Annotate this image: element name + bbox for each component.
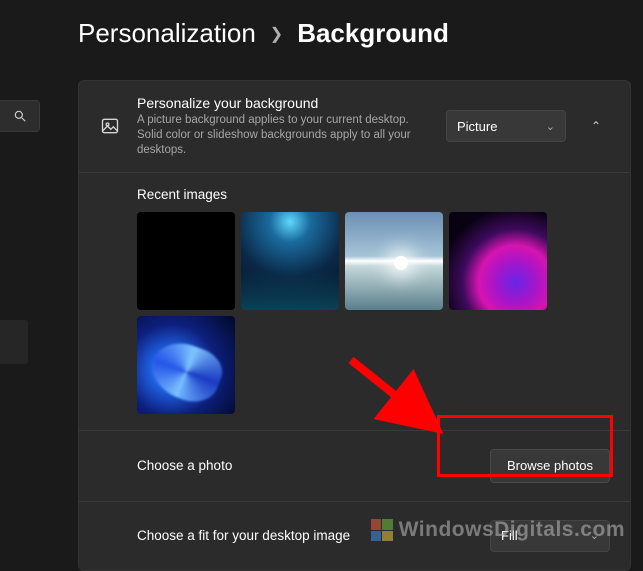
collapse-button[interactable]: ⌃: [582, 112, 610, 140]
choose-fit-label: Choose a fit for your desktop image: [137, 528, 490, 543]
personalize-desc: Personalize your background A picture ba…: [137, 95, 430, 158]
recent-image-thumb[interactable]: [137, 316, 235, 414]
browse-photos-label: Browse photos: [507, 458, 593, 473]
personalize-subtitle: A picture background applies to your cur…: [137, 113, 430, 158]
fit-select-value: Fill: [501, 528, 518, 543]
chevron-up-icon: ⌃: [591, 119, 601, 133]
search-icon: [13, 109, 27, 123]
choose-fit-section: Choose a fit for your desktop image Fill…: [79, 502, 630, 570]
chevron-down-icon: ⌄: [546, 120, 555, 133]
personalize-section: Personalize your background A picture ba…: [79, 81, 630, 173]
search-input-stub[interactable]: [0, 100, 40, 132]
background-type-select[interactable]: Picture ⌄: [446, 110, 566, 142]
sidebar-stub: [0, 320, 28, 364]
recent-image-thumb[interactable]: [345, 212, 443, 310]
recent-images-title: Recent images: [137, 187, 630, 202]
choose-photo-label: Choose a photo: [137, 458, 490, 473]
picture-icon: [99, 115, 121, 137]
recent-images-section: Recent images: [79, 173, 630, 431]
chevron-down-icon: ⌄: [590, 529, 599, 542]
recent-image-thumb[interactable]: [449, 212, 547, 310]
breadcrumb: Personalization ❯ Background: [0, 0, 643, 49]
chevron-right-icon: ❯: [270, 24, 283, 44]
choose-photo-section: Choose a photo Browse photos: [79, 431, 630, 502]
browse-photos-button[interactable]: Browse photos: [490, 449, 610, 483]
recent-image-thumb[interactable]: [137, 212, 235, 310]
breadcrumb-parent[interactable]: Personalization: [78, 18, 256, 49]
recent-images-grid: [137, 212, 630, 414]
background-type-value: Picture: [457, 119, 497, 134]
recent-image-thumb[interactable]: [241, 212, 339, 310]
fit-select[interactable]: Fill ⌄: [490, 520, 610, 552]
personalize-title: Personalize your background: [137, 95, 430, 111]
background-panel: Personalize your background A picture ba…: [78, 80, 631, 571]
breadcrumb-current: Background: [297, 18, 449, 49]
